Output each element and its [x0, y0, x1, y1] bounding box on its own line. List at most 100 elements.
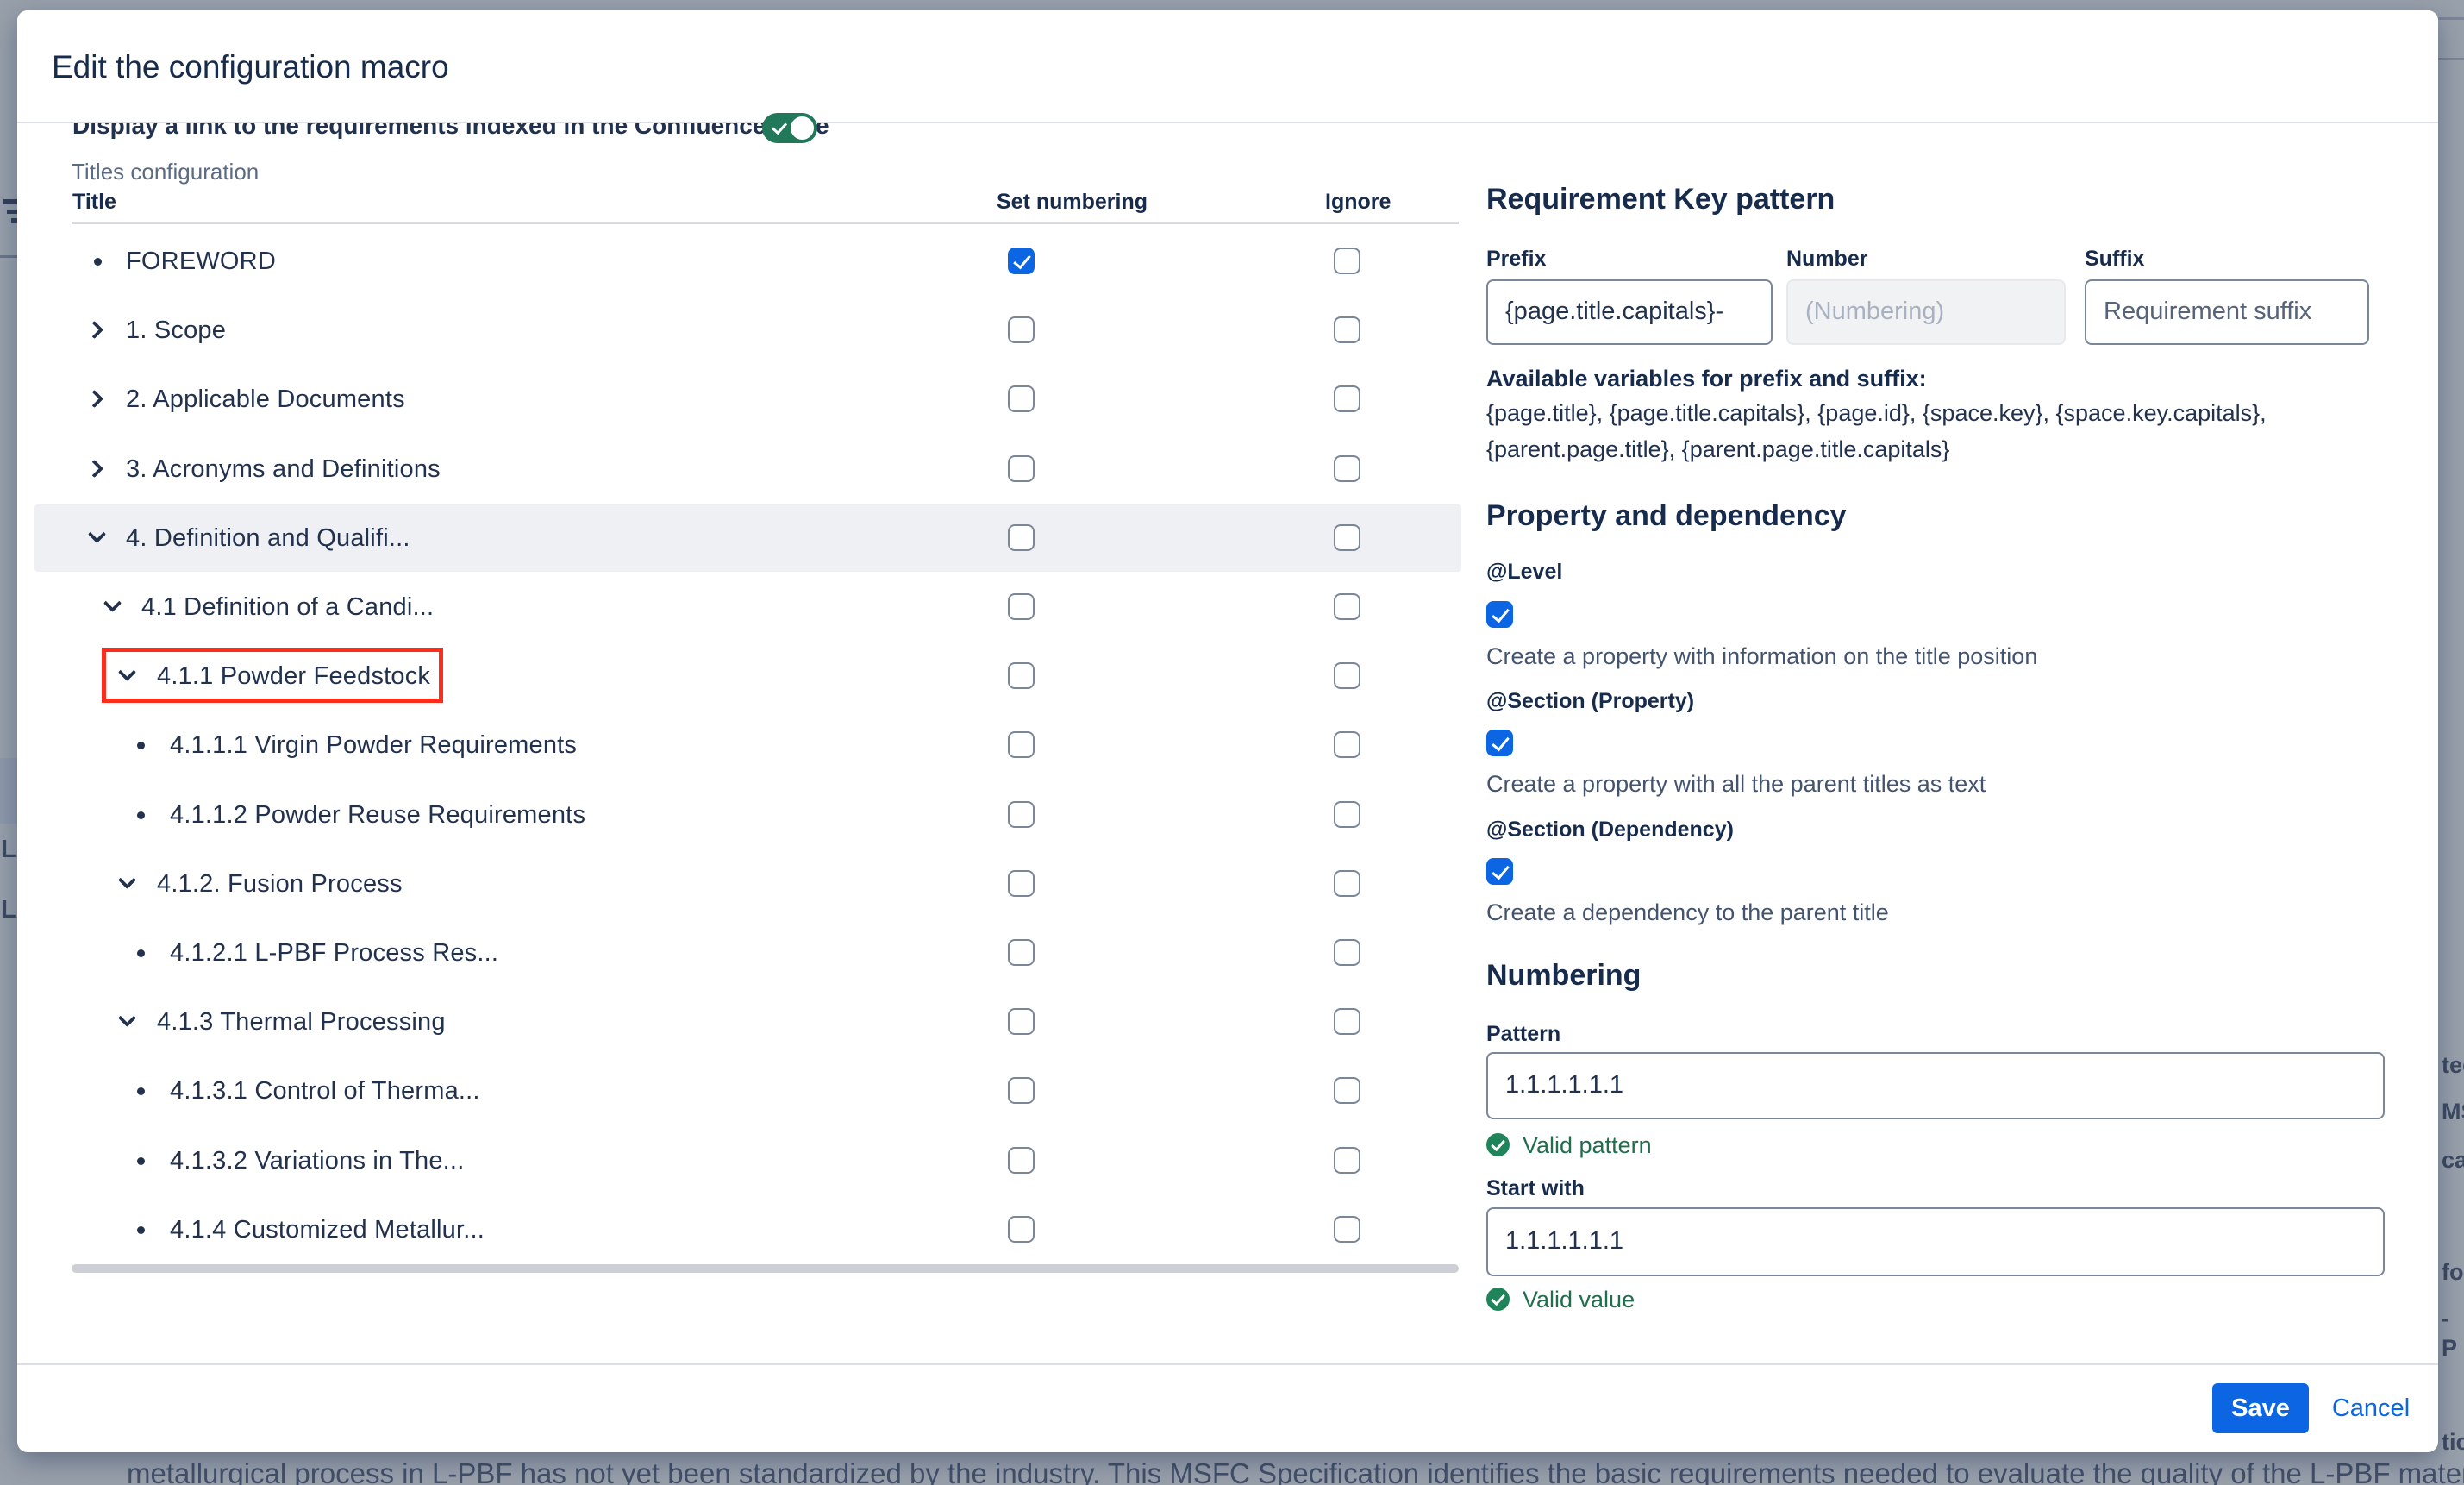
row-title[interactable]: 4.1.2. Fusion Process	[157, 868, 403, 900]
prefix-label: Prefix	[1486, 247, 1546, 272]
set-numbering-checkbox[interactable]	[1008, 316, 1035, 343]
bg-text-fragment: -P	[2442, 1304, 2464, 1363]
screen: tedMScafor-Ptic LALA metallurgical proce…	[0, 0, 2464, 1485]
pattern-input[interactable]: 1.1.1.1.1.1	[1486, 1052, 2385, 1119]
ignore-checkbox[interactable]	[1334, 316, 1360, 343]
row-title[interactable]: 4.1.3.1 Control of Therma...	[170, 1075, 480, 1107]
set-numbering-checkbox[interactable]	[1008, 455, 1035, 482]
ignore-checkbox[interactable]	[1334, 593, 1360, 620]
row-title[interactable]: 4.1 Definition of a Candi...	[141, 591, 434, 623]
section-property-description: Create a property with all the parent ti…	[1486, 771, 1986, 798]
table-header-divider	[72, 222, 1459, 224]
section-property-label: @Section (Property)	[1486, 689, 1694, 714]
dialog-title: Edit the configuration macro	[52, 49, 449, 85]
annotation-highlight-box	[102, 648, 443, 703]
bullet-icon	[137, 1087, 145, 1095]
available-variables-title: Available variables for prefix and suffi…	[1486, 366, 1927, 392]
display-link-toggle[interactable]	[762, 113, 817, 143]
level-label: @Level	[1486, 560, 1562, 585]
ignore-checkbox[interactable]	[1334, 1077, 1360, 1104]
set-numbering-checkbox[interactable]	[1008, 248, 1035, 274]
section-property-checkbox[interactable]	[1486, 730, 1513, 756]
column-header-ignore: Ignore	[1325, 190, 1391, 215]
background-page-text: metallurgical process in L-PBF has not y…	[127, 1457, 2464, 1485]
set-numbering-checkbox[interactable]	[1008, 385, 1035, 412]
ignore-checkbox[interactable]	[1334, 870, 1360, 897]
set-numbering-checkbox[interactable]	[1008, 939, 1035, 966]
section-dependency-description: Create a dependency to the parent title	[1486, 899, 1889, 926]
ignore-checkbox[interactable]	[1334, 385, 1360, 412]
bullet-icon	[94, 258, 102, 266]
cancel-button[interactable]: Cancel	[2321, 1383, 2421, 1433]
available-variables-line2: {parent.page.title}, {parent.page.title.…	[1486, 436, 1949, 463]
section-heading-requirement-key-pattern: Requirement Key pattern	[1486, 183, 1835, 216]
horizontal-scrollbar[interactable]	[72, 1264, 1459, 1273]
row-title[interactable]: 4.1.3 Thermal Processing	[157, 1006, 446, 1038]
bg-selection-block	[0, 758, 17, 824]
row-title[interactable]: 4.1.2.1 L-PBF Process Res...	[170, 937, 498, 969]
pattern-label: Pattern	[1486, 1022, 1560, 1047]
section-heading-property-dependency: Property and dependency	[1486, 499, 1847, 533]
bg-rule	[0, 255, 17, 258]
bullet-icon	[137, 811, 145, 819]
titles-configuration-label: Titles configuration	[72, 159, 259, 185]
set-numbering-checkbox[interactable]	[1008, 1216, 1035, 1243]
ignore-checkbox[interactable]	[1334, 1147, 1360, 1174]
bullet-icon	[137, 742, 145, 749]
bullet-icon	[137, 1157, 145, 1165]
ignore-checkbox[interactable]	[1334, 662, 1360, 689]
ignore-checkbox[interactable]	[1334, 455, 1360, 482]
set-numbering-checkbox[interactable]	[1008, 1008, 1035, 1035]
ignore-checkbox[interactable]	[1334, 801, 1360, 828]
valid-value-check-icon	[1486, 1288, 1510, 1311]
bullet-icon	[137, 949, 145, 957]
row-title[interactable]: 4.1.3.2 Variations in The...	[170, 1144, 464, 1177]
set-numbering-checkbox[interactable]	[1008, 1077, 1035, 1104]
set-numbering-checkbox[interactable]	[1008, 870, 1035, 897]
set-numbering-checkbox[interactable]	[1008, 662, 1035, 689]
section-dependency-label: @Section (Dependency)	[1486, 818, 1734, 843]
start-with-input[interactable]: 1.1.1.1.1.1	[1486, 1207, 2385, 1276]
row-title[interactable]: FOREWORD	[126, 245, 276, 278]
ignore-checkbox[interactable]	[1334, 1008, 1360, 1035]
save-button[interactable]: Save	[2212, 1383, 2309, 1433]
suffix-placeholder: Requirement suffix	[2104, 298, 2311, 325]
valid-pattern-text: Valid pattern	[1523, 1132, 1652, 1159]
set-numbering-checkbox[interactable]	[1008, 524, 1035, 551]
row-title[interactable]: 4.1.4 Customized Metallur...	[170, 1213, 485, 1246]
ignore-checkbox[interactable]	[1334, 1216, 1360, 1243]
ignore-checkbox[interactable]	[1334, 731, 1360, 758]
suffix-input[interactable]: Requirement suffix	[2085, 279, 2369, 345]
suffix-label: Suffix	[2085, 247, 2144, 272]
set-numbering-checkbox[interactable]	[1008, 731, 1035, 758]
bg-rule	[2438, 17, 2464, 20]
level-description: Create a property with information on th…	[1486, 643, 2037, 670]
ignore-checkbox[interactable]	[1334, 248, 1360, 274]
row-title[interactable]: 3. Acronyms and Definitions	[126, 453, 441, 486]
bg-text-fragment: tic	[2442, 1427, 2464, 1457]
ignore-checkbox[interactable]	[1334, 524, 1360, 551]
bullet-icon	[137, 1226, 145, 1234]
number-label: Number	[1786, 247, 1867, 272]
bg-text-bar	[7, 210, 17, 214]
bg-text-fragment: ca	[2442, 1145, 2464, 1175]
set-numbering-checkbox[interactable]	[1008, 593, 1035, 620]
set-numbering-checkbox[interactable]	[1008, 1147, 1035, 1174]
bg-text-fragment: LA	[1, 835, 19, 864]
row-title[interactable]: 1. Scope	[126, 314, 226, 347]
prefix-input[interactable]: {page.title.capitals}-	[1486, 279, 1773, 345]
bg-text-fragment: for	[2442, 1257, 2464, 1287]
bg-rule	[2438, 58, 2464, 60]
ignore-checkbox[interactable]	[1334, 939, 1360, 966]
row-title[interactable]: 4.1.1.2 Powder Reuse Requirements	[170, 799, 585, 831]
row-title[interactable]: 2. Applicable Documents	[126, 383, 405, 416]
section-dependency-checkbox[interactable]	[1486, 858, 1513, 885]
level-checkbox[interactable]	[1486, 601, 1513, 628]
column-header-set-numbering: Set numbering	[997, 190, 1148, 215]
bg-text-fragment: MS	[2442, 1097, 2464, 1126]
row-title[interactable]: 4.1.1.1 Virgin Powder Requirements	[170, 729, 577, 761]
set-numbering-checkbox[interactable]	[1008, 801, 1035, 828]
section-heading-numbering: Numbering	[1486, 959, 1641, 993]
bg-text-fragment: LA	[1, 895, 19, 924]
row-title[interactable]: 4. Definition and Qualifi...	[126, 522, 410, 555]
